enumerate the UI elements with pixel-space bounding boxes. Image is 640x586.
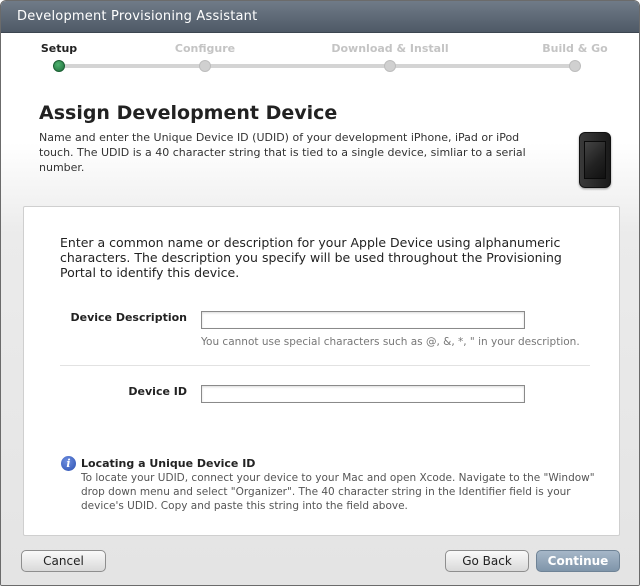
step-dot-configure — [199, 60, 211, 72]
progress-steps: Setup Configure Download & Install Build… — [1, 33, 639, 83]
step-label-setup: Setup — [40, 42, 78, 55]
info-icon: i — [61, 456, 76, 471]
panel-description: Enter a common name or description for y… — [60, 235, 562, 280]
device-description-input[interactable] — [201, 311, 525, 329]
step-dot-download-install — [384, 60, 396, 72]
device-id-input[interactable] — [201, 385, 525, 403]
iphone-screen — [584, 141, 606, 179]
step-label-download-install: Download & Install — [331, 42, 449, 55]
device-description-hint: You cannot use special characters such a… — [201, 336, 580, 348]
step-track — [59, 64, 577, 68]
info-title: Locating a Unique Device ID — [81, 457, 256, 470]
assistant-content: Setup Configure Download & Install Build… — [1, 33, 639, 585]
device-description-label: Device Description — [70, 311, 188, 324]
field-divider — [60, 365, 590, 366]
step-label-build-go: Build & Go — [542, 42, 608, 55]
title-bar[interactable]: Development Provisioning Assistant — [1, 1, 639, 33]
page-intro: Name and enter the Unique Device ID (UDI… — [39, 131, 526, 174]
step-dot-build-go — [569, 60, 581, 72]
iphone-icon — [579, 132, 611, 188]
step-label-configure: Configure — [174, 42, 236, 55]
device-id-label: Device ID — [128, 385, 187, 398]
info-text: To locate your UDID, connect your device… — [81, 472, 595, 512]
window-title: Development Provisioning Assistant — [17, 9, 258, 24]
continue-button[interactable]: Continue — [536, 550, 620, 572]
cancel-button[interactable]: Cancel — [21, 550, 106, 572]
go-back-button[interactable]: Go Back — [445, 550, 529, 572]
page-title: Assign Development Device — [39, 102, 338, 124]
device-form-panel: Enter a common name or description for y… — [23, 206, 620, 536]
assistant-window: Development Provisioning Assistant Setup… — [0, 0, 640, 586]
step-dot-setup — [53, 60, 65, 72]
